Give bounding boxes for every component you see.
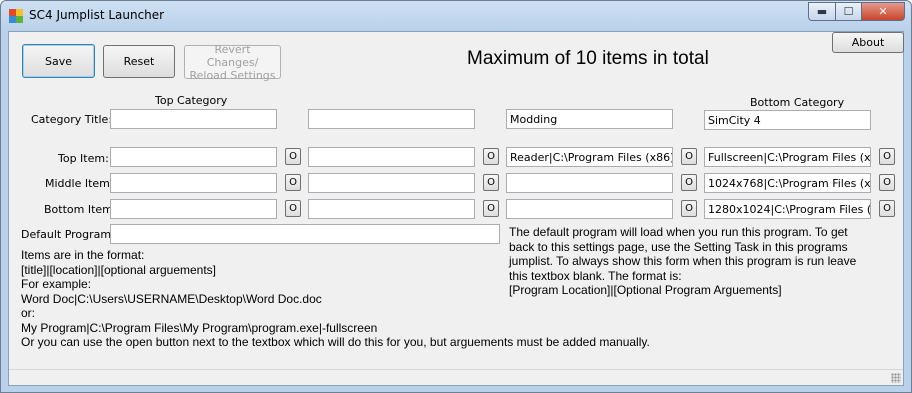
- bottom-category-header: Bottom Category: [750, 96, 845, 109]
- open-file-button[interactable]: O: [483, 148, 499, 165]
- resize-grip-icon[interactable]: [891, 373, 901, 383]
- default-program-help-text: The default program will load when you r…: [509, 225, 857, 297]
- open-file-button[interactable]: O: [681, 148, 697, 165]
- middle-item-label: Middle Item:: [45, 177, 114, 190]
- save-button[interactable]: Save: [22, 44, 95, 78]
- open-file-button[interactable]: O: [483, 200, 499, 217]
- default-program-label: Default Program:: [21, 228, 115, 241]
- open-file-button[interactable]: O: [285, 174, 301, 191]
- app-icon: [9, 9, 23, 23]
- category-title-input-4[interactable]: SimCity 4: [704, 110, 871, 130]
- middle-item-input-1[interactable]: [110, 173, 277, 193]
- close-button[interactable]: ✕: [861, 2, 905, 21]
- top-item-input-1[interactable]: [110, 147, 277, 167]
- about-button[interactable]: About: [832, 32, 904, 53]
- reset-button[interactable]: Reset: [103, 45, 175, 78]
- title-bar[interactable]: SC4 Jumplist Launcher ▬ ☐ ✕: [1, 1, 911, 31]
- category-title-input-2[interactable]: [308, 109, 475, 129]
- maximize-button[interactable]: ☐: [835, 2, 861, 21]
- middle-item-input-2[interactable]: [308, 173, 475, 193]
- top-category-header: Top Category: [155, 94, 228, 107]
- status-bar: [9, 369, 903, 385]
- open-file-button[interactable]: O: [879, 174, 895, 191]
- top-item-input-4[interactable]: Fullscreen|C:\Program Files (x86)\M: [704, 147, 871, 167]
- bottom-item-input-3[interactable]: [506, 199, 673, 219]
- form-body: Save Reset Revert Changes/ Reload Settin…: [8, 31, 904, 386]
- top-item-label: Top Item:: [58, 152, 109, 165]
- middle-item-input-3[interactable]: [506, 173, 673, 193]
- middle-item-input-4[interactable]: 1024x768|C:\Program Files (x86)\M: [704, 173, 871, 193]
- open-file-button[interactable]: O: [285, 148, 301, 165]
- open-file-button[interactable]: O: [879, 148, 895, 165]
- bottom-item-input-1[interactable]: [110, 199, 277, 219]
- top-item-input-3[interactable]: Reader|C:\Program Files (x86)\live: [506, 147, 673, 167]
- bottom-item-label: Bottom Item:: [44, 203, 117, 216]
- page-title: Maximum of 10 items in total: [467, 48, 709, 69]
- open-file-button[interactable]: O: [681, 200, 697, 217]
- category-title-input-3[interactable]: Modding: [506, 109, 673, 129]
- revert-changes-button[interactable]: Revert Changes/ Reload Settings: [184, 43, 281, 82]
- open-file-button[interactable]: O: [879, 200, 895, 217]
- category-title-input-1[interactable]: [110, 109, 277, 129]
- default-program-input[interactable]: [110, 224, 500, 244]
- open-file-button[interactable]: O: [483, 174, 499, 191]
- category-title-label: Category Title:: [31, 113, 113, 126]
- app-window: SC4 Jumplist Launcher ▬ ☐ ✕ Save Reset R…: [0, 0, 912, 393]
- open-file-button[interactable]: O: [681, 174, 697, 191]
- window-title: SC4 Jumplist Launcher: [29, 8, 165, 22]
- minimize-button[interactable]: ▬: [808, 2, 835, 21]
- bottom-item-input-2[interactable]: [308, 199, 475, 219]
- top-item-input-2[interactable]: [308, 147, 475, 167]
- bottom-item-input-4[interactable]: 1280x1024|C:\Program Files (x86)\: [704, 199, 871, 219]
- open-file-button[interactable]: O: [285, 200, 301, 217]
